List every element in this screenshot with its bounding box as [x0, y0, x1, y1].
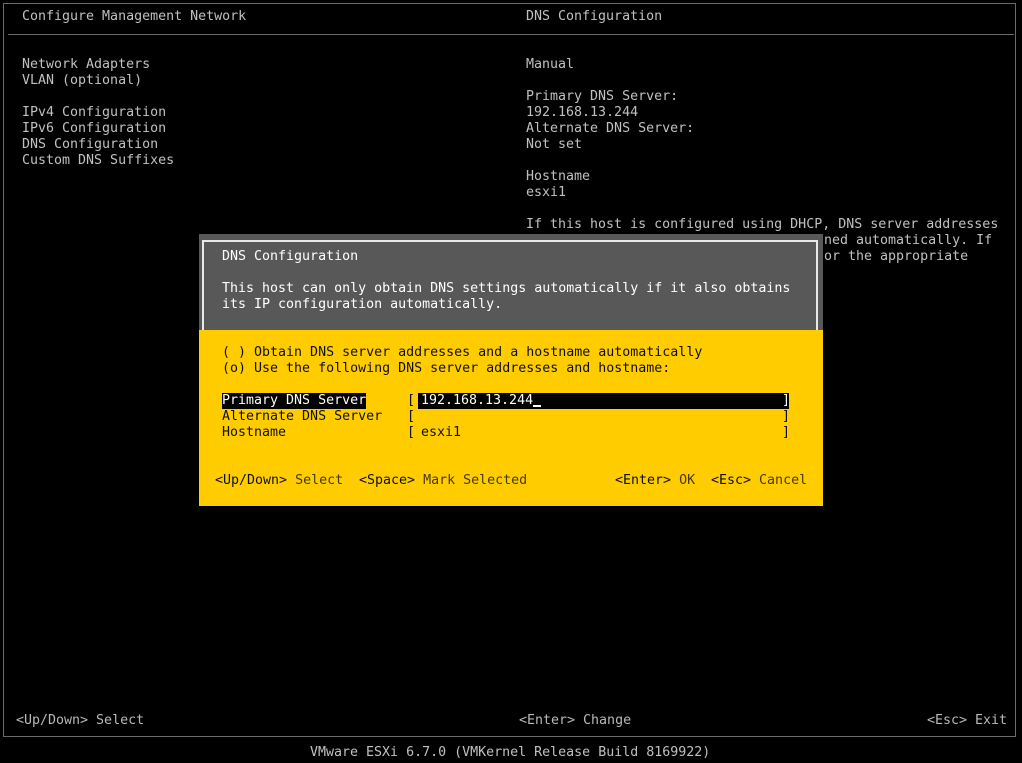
- dns-configuration-dialog: DNS Configuration This host can only obt…: [199, 234, 823, 506]
- bracket-left: [: [407, 409, 416, 424]
- bracket-right: ]: [782, 393, 791, 408]
- menu-item-network-adapters[interactable]: Network Adapters: [22, 57, 150, 73]
- hostname-field-label: Hostname: [222, 425, 287, 440]
- dialog-message-line2: its IP configuration automatically.: [222, 297, 503, 312]
- header-divider: [8, 34, 1014, 35]
- help-text-line3: or the appropriate: [824, 249, 969, 264]
- footer-exit-hint: <Esc> Exit: [927, 713, 1008, 728]
- menu-item-dns[interactable]: DNS Configuration: [22, 137, 158, 153]
- primary-dns-value: 192.168.13.244: [526, 105, 639, 120]
- enter-key: <Enter>: [615, 473, 672, 488]
- footer-select-hint: <Up/Down> Select: [16, 713, 145, 728]
- info-title: DNS Configuration: [526, 9, 663, 24]
- ok-button[interactable]: <Enter> OK: [615, 473, 695, 489]
- cancel-button[interactable]: <Esc> Cancel: [711, 473, 807, 489]
- bracket-right: ]: [782, 409, 791, 424]
- radio-obtain-automatically[interactable]: ( ) Obtain DNS server addresses and a ho…: [222, 345, 702, 361]
- primary-dns-input[interactable]: 192.168.13.244: [421, 393, 542, 409]
- space-key: <Space>: [359, 473, 416, 488]
- version-banner: VMware ESXi 6.7.0 (VMKernel Release Buil…: [310, 745, 711, 760]
- esc-desc: Cancel: [759, 473, 808, 488]
- dialog-message-line1: This host can only obtain DNS settings a…: [222, 281, 791, 296]
- hostname-label: Hostname: [526, 169, 591, 184]
- esc-key: <Esc>: [711, 473, 752, 488]
- hostname-input[interactable]: esxi1: [421, 425, 461, 441]
- updown-desc: Select: [295, 473, 344, 488]
- text-cursor: [533, 393, 542, 407]
- dns-mode: Manual: [526, 57, 575, 72]
- help-text-line1: If this host is configured using DHCP, D…: [526, 217, 999, 232]
- primary-dns-label: Primary DNS Server:: [526, 89, 679, 104]
- dialog-title: DNS Configuration: [222, 249, 359, 264]
- alternate-dns-label: Alternate DNS Server:: [526, 121, 695, 136]
- alternate-dns-field-label: Alternate DNS Server: [222, 409, 383, 424]
- footer-change-hint: <Enter> Change: [519, 713, 632, 728]
- hostname-value: esxi1: [526, 185, 567, 200]
- primary-dns-input-value: 192.168.13.244: [421, 393, 534, 408]
- alternate-dns-field-row[interactable]: Alternate DNS Server [ ]: [222, 409, 792, 425]
- bracket-right: ]: [782, 425, 791, 440]
- hostname-field-row[interactable]: Hostname [ esxi1 ]: [222, 425, 792, 441]
- menu-item-ipv4[interactable]: IPv4 Configuration: [22, 105, 166, 121]
- bracket-left: [: [407, 425, 416, 440]
- radio-use-following[interactable]: (o) Use the following DNS server address…: [222, 361, 670, 377]
- updown-key: <Up/Down>: [215, 473, 288, 488]
- menu-item-ipv6[interactable]: IPv6 Configuration: [22, 121, 166, 137]
- hint-updown: <Up/Down> Select: [215, 473, 343, 489]
- bracket-left: [: [407, 393, 416, 408]
- help-text-line2: ned automatically. If: [824, 233, 993, 248]
- primary-dns-field-label: Primary DNS Server: [222, 393, 367, 409]
- primary-dns-field-row[interactable]: Primary DNS Server [ 192.168.13.244 ]: [222, 393, 792, 409]
- space-desc: Mark Selected: [423, 473, 528, 488]
- screen-title: Configure Management Network: [22, 9, 247, 24]
- menu-item-vlan[interactable]: VLAN (optional): [22, 73, 142, 89]
- alternate-dns-value: Not set: [526, 137, 583, 152]
- hint-space: <Space> Mark Selected: [359, 473, 527, 489]
- menu-item-dns-suffixes[interactable]: Custom DNS Suffixes: [22, 153, 174, 169]
- enter-desc: OK: [679, 473, 696, 488]
